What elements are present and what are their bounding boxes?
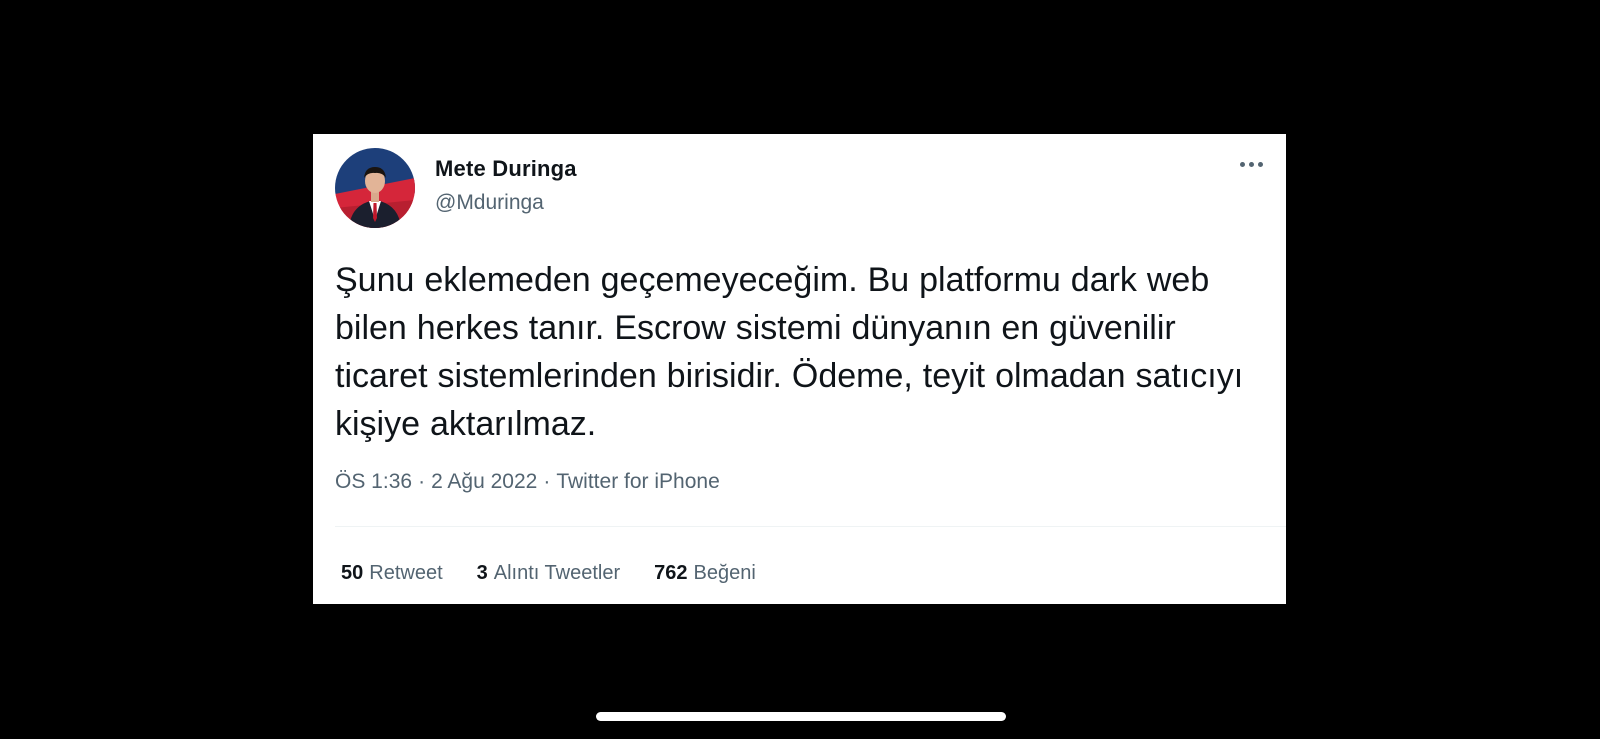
retweet-number: 50 — [341, 562, 364, 584]
divider — [335, 526, 1286, 527]
author-handle[interactable]: @Mduringa — [435, 191, 544, 215]
meta-separator: · — [418, 470, 426, 493]
author-name[interactable]: Mete Duringa — [435, 156, 577, 182]
like-count[interactable]: 762 Beğeni — [654, 562, 756, 585]
tweet-card: Mete Duringa @Mduringa Şunu eklemeden ge… — [313, 134, 1286, 604]
meta-separator: · — [543, 470, 551, 493]
tweet-source-link[interactable]: Twitter for iPhone — [556, 470, 719, 493]
tweet-text: Şunu eklemeden geçemeyeceğim. Bu platfor… — [335, 261, 1244, 443]
tweet-time[interactable]: ÖS 1:36 — [335, 470, 412, 493]
more-dot — [1248, 161, 1254, 167]
quote-tweet-count[interactable]: 3 Alıntı Tweetler — [477, 562, 620, 585]
avatar-image — [335, 148, 415, 228]
home-indicator[interactable] — [596, 712, 1006, 721]
like-label: Beğeni — [693, 562, 756, 584]
quote-number: 3 — [476, 562, 488, 584]
avatar[interactable] — [335, 148, 415, 228]
quote-label: Alıntı Tweetler — [493, 562, 621, 584]
more-dot — [1239, 161, 1245, 167]
retweet-count[interactable]: 50 Retweet — [341, 562, 443, 585]
tweet-stats: 50 Retweet 3 Alıntı Tweetler 762 Beğeni — [341, 562, 756, 585]
retweet-label: Retweet — [369, 562, 443, 584]
video-frame: Mete Duringa @Mduringa Şunu eklemeden ge… — [0, 0, 1600, 739]
like-number: 762 — [654, 562, 688, 584]
tweet-date[interactable]: 2 Ağu 2022 — [431, 470, 537, 493]
more-dot — [1257, 161, 1263, 167]
tweet-metadata: ÖS 1:36 · 2 Ağu 2022 · Twitter for iPhone — [335, 470, 720, 494]
more-horizontal-icon[interactable] — [1234, 154, 1268, 174]
